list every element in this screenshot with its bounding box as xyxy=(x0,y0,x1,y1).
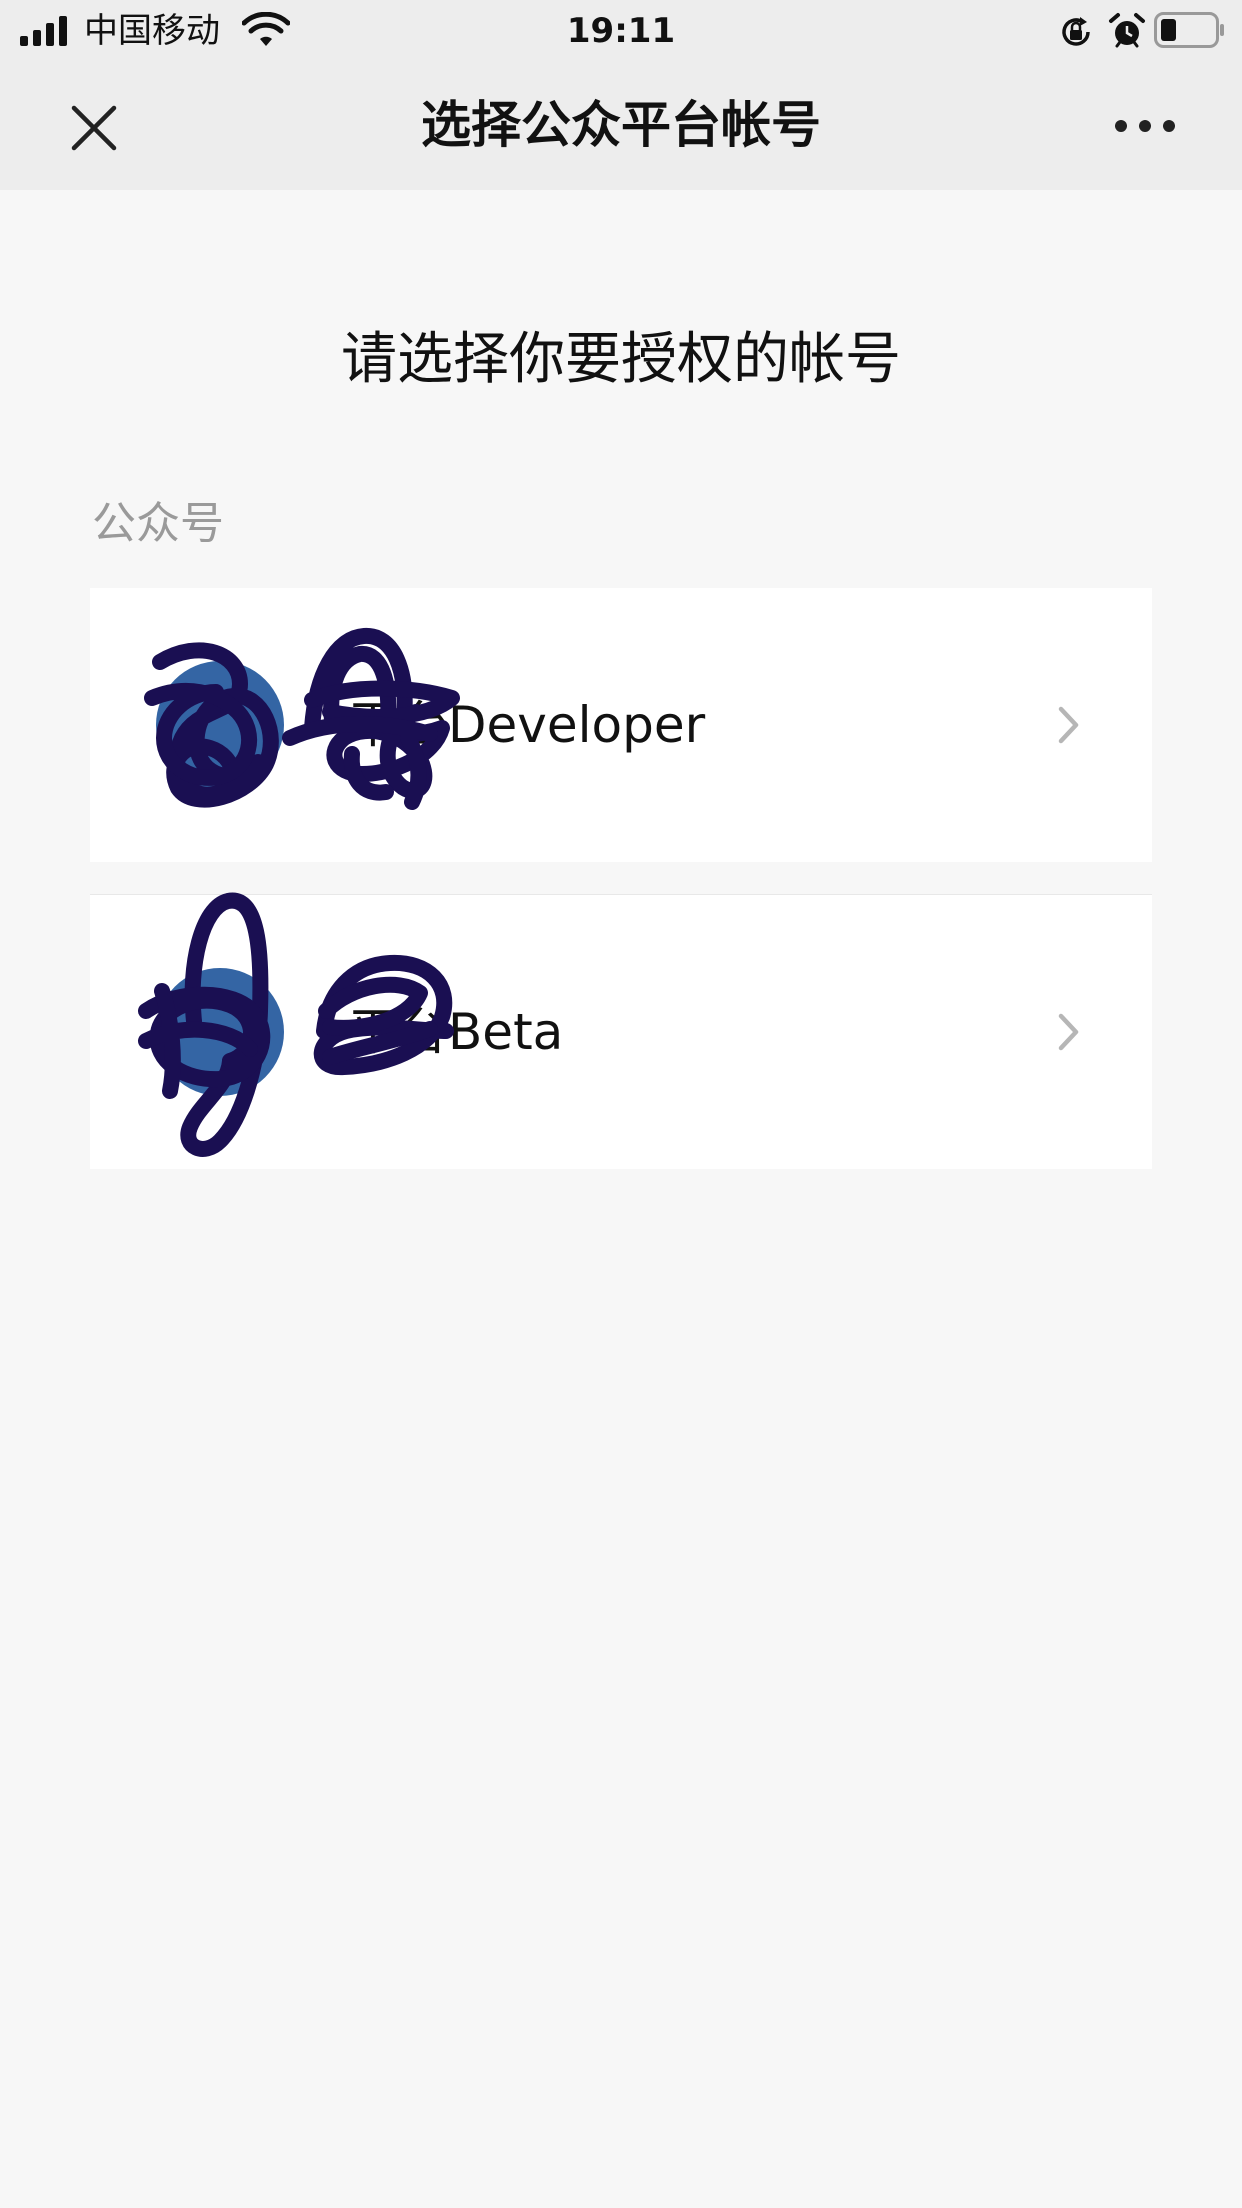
rotation-lock-icon xyxy=(1062,17,1090,46)
account-row-beta[interactable]: 平台Beta xyxy=(90,892,1152,1169)
status-bar: 中国移动 19:11 xyxy=(0,0,1242,62)
page-title: 选择公众平台帐号 xyxy=(421,96,821,154)
account-row-developer[interactable]: 平台Developer xyxy=(90,588,1152,862)
battery-icon xyxy=(1154,12,1224,48)
chevron-right-icon xyxy=(1058,1013,1079,1051)
section-label: 公众号 xyxy=(92,498,224,549)
account-name: 平台Beta xyxy=(348,1003,564,1061)
authorize-prompt: 请选择你要授权的帐号 xyxy=(341,327,901,392)
account-name: 平台Developer xyxy=(348,696,706,754)
chevron-right-icon xyxy=(1058,706,1079,744)
account-avatar xyxy=(156,968,284,1096)
status-time: 19:11 xyxy=(566,11,676,51)
more-icon[interactable] xyxy=(1110,102,1180,150)
nav-bar: 选择公众平台帐号 xyxy=(0,62,1242,190)
screen: 中国移动 19:11 选择公众平台帐号 请选择你要授权的帐号 公众号 平台Dev… xyxy=(0,0,1242,2208)
alarm-icon xyxy=(1109,13,1145,48)
account-avatar xyxy=(156,661,284,789)
